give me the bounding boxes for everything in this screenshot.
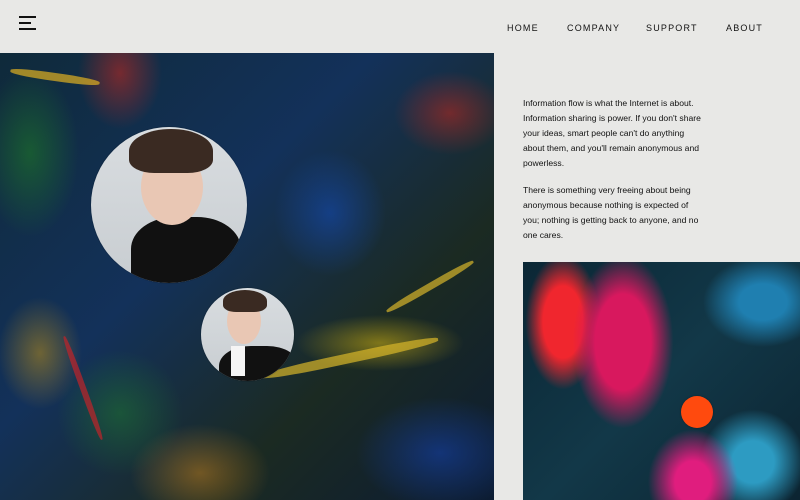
nav-link-home[interactable]: HOME bbox=[507, 23, 539, 33]
menu-line bbox=[19, 16, 36, 18]
paint-stroke bbox=[384, 258, 476, 315]
orange-dot bbox=[681, 396, 713, 428]
menu-line bbox=[19, 28, 36, 30]
avatar-small bbox=[201, 288, 294, 381]
avatar-body bbox=[131, 217, 241, 283]
paragraph: There is something very freeing about be… bbox=[523, 185, 699, 240]
paint-stroke bbox=[61, 335, 105, 441]
intro-text: Information flow is what the Internet is… bbox=[523, 96, 703, 255]
hamburger-menu-icon[interactable] bbox=[19, 15, 39, 31]
avatar-large bbox=[91, 127, 247, 283]
avatar-hair bbox=[223, 290, 267, 312]
avatar-hair bbox=[129, 129, 213, 173]
secondary-painting-image bbox=[523, 262, 800, 500]
avatar-collar bbox=[231, 346, 245, 376]
nav-link-about[interactable]: ABOUT bbox=[726, 23, 763, 33]
nav-link-company[interactable]: COMPANY bbox=[567, 23, 620, 33]
hero-painting-image bbox=[0, 53, 494, 500]
paint-stroke bbox=[9, 66, 101, 88]
nav-link-support[interactable]: SUPPORT bbox=[646, 23, 698, 33]
paragraph: Information flow is what the Internet is… bbox=[523, 98, 701, 168]
top-bar: HOME COMPANY SUPPORT ABOUT bbox=[0, 0, 800, 53]
menu-line bbox=[19, 22, 31, 24]
